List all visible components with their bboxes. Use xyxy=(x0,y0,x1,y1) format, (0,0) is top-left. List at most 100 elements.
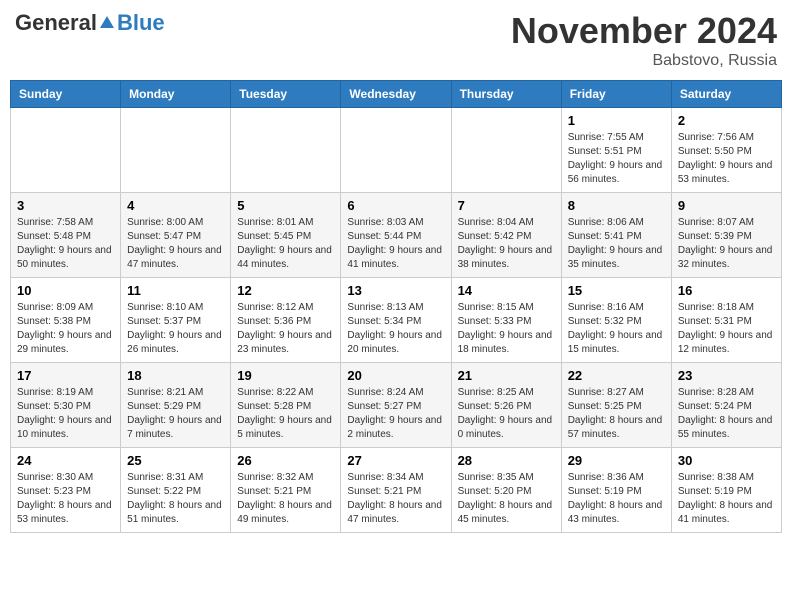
day-number: 6 xyxy=(347,198,444,213)
calendar-cell: 14Sunrise: 8:15 AM Sunset: 5:33 PM Dayli… xyxy=(451,278,561,363)
weekday-header-monday: Monday xyxy=(121,81,231,108)
day-number: 16 xyxy=(678,283,775,298)
calendar-cell: 24 Sunrise: 8:30 AM Sunset: 5:23 PM Dayli… xyxy=(11,448,121,533)
calendar-cell: 28Sunrise: 8:35 AM Sunset: 5:20 PM Dayli… xyxy=(451,448,561,533)
day-info: Sunrise: 8:16 AM Sunset: 5:32 PM Dayligh… xyxy=(568,301,665,357)
day-info: Sunrise: 8:01 AM Sunset: 5:45 PM Dayligh… xyxy=(237,216,334,272)
calendar-cell: 10 Sunrise: 8:09 AM Sunset: 5:38 PM Dayli… xyxy=(11,278,121,363)
day-number: 14 xyxy=(458,283,555,298)
weekday-header-saturday: Saturday xyxy=(671,81,781,108)
day-number: 29 xyxy=(568,453,665,468)
day-info: Sunrise: 8:00 AM Sunset: 5:47 PM Dayligh… xyxy=(127,216,224,272)
day-info: Sunrise: 8:13 AM Sunset: 5:34 PM Dayligh… xyxy=(347,301,444,357)
day-number: 13 xyxy=(347,283,444,298)
day-info: Sunrise: 8:22 AM Sunset: 5:28 PM Dayligh… xyxy=(237,386,334,442)
calendar-week-row: 3 Sunrise: 7:58 AM Sunset: 5:48 PM Daylig… xyxy=(11,193,782,278)
calendar-cell: 21 Sunrise: 8:25 AM Sunset: 5:26 PM Dayli… xyxy=(451,363,561,448)
day-number: 1 xyxy=(568,113,665,128)
page-header: General Blue November 2024 Babstovo, Rus… xyxy=(10,10,782,70)
day-info: Sunrise: 7:56 AM Sunset: 5:50 PM Dayligh… xyxy=(678,131,775,187)
calendar-cell: 30 Sunrise: 8:38 AM Sunset: 5:19 PM Dayli… xyxy=(671,448,781,533)
day-number: 3 xyxy=(17,198,114,213)
day-info: Sunrise: 8:07 AM Sunset: 5:39 PM Dayligh… xyxy=(678,216,775,272)
calendar-cell: 4Sunrise: 8:00 AM Sunset: 5:47 PM Daylig… xyxy=(121,193,231,278)
day-info: Sunrise: 8:21 AM Sunset: 5:29 PM Dayligh… xyxy=(127,386,224,442)
calendar-table: SundayMondayTuesdayWednesdayThursdayFrid… xyxy=(10,80,782,533)
logo-blue: Blue xyxy=(117,10,165,36)
weekday-header-wednesday: Wednesday xyxy=(341,81,451,108)
day-info: Sunrise: 8:10 AM Sunset: 5:37 PM Dayligh… xyxy=(127,301,224,357)
day-info: Sunrise: 8:09 AM Sunset: 5:38 PM Dayligh… xyxy=(17,301,114,357)
day-number: 28 xyxy=(458,453,555,468)
calendar-cell: 16 Sunrise: 8:18 AM Sunset: 5:31 PM Dayli… xyxy=(671,278,781,363)
calendar-cell: 12 Sunrise: 8:12 AM Sunset: 5:36 PM Dayli… xyxy=(231,278,341,363)
calendar-cell: 1Sunrise: 7:55 AM Sunset: 5:51 PM Daylig… xyxy=(561,108,671,193)
day-number: 24 xyxy=(17,453,114,468)
weekday-header-friday: Friday xyxy=(561,81,671,108)
day-number: 25 xyxy=(127,453,224,468)
day-info: Sunrise: 8:03 AM Sunset: 5:44 PM Dayligh… xyxy=(347,216,444,272)
day-info: Sunrise: 8:24 AM Sunset: 5:27 PM Dayligh… xyxy=(347,386,444,442)
day-info: Sunrise: 8:36 AM Sunset: 5:19 PM Dayligh… xyxy=(568,471,665,527)
day-number: 9 xyxy=(678,198,775,213)
day-number: 15 xyxy=(568,283,665,298)
day-number: 21 xyxy=(458,368,555,383)
calendar-cell: 13 Sunrise: 8:13 AM Sunset: 5:34 PM Dayli… xyxy=(341,278,451,363)
day-number: 30 xyxy=(678,453,775,468)
calendar-cell: 5Sunrise: 8:01 AM Sunset: 5:45 PM Daylig… xyxy=(231,193,341,278)
day-info: Sunrise: 8:12 AM Sunset: 5:36 PM Dayligh… xyxy=(237,301,334,357)
weekday-header-row: SundayMondayTuesdayWednesdayThursdayFrid… xyxy=(11,81,782,108)
calendar-cell xyxy=(231,108,341,193)
calendar-week-row: 1Sunrise: 7:55 AM Sunset: 5:51 PM Daylig… xyxy=(11,108,782,193)
day-info: Sunrise: 8:19 AM Sunset: 5:30 PM Dayligh… xyxy=(17,386,114,442)
day-number: 18 xyxy=(127,368,224,383)
day-number: 22 xyxy=(568,368,665,383)
day-number: 2 xyxy=(678,113,775,128)
day-info: Sunrise: 8:32 AM Sunset: 5:21 PM Dayligh… xyxy=(237,471,334,527)
day-number: 12 xyxy=(237,283,334,298)
day-info: Sunrise: 8:06 AM Sunset: 5:41 PM Dayligh… xyxy=(568,216,665,272)
day-info: Sunrise: 8:30 AM Sunset: 5:23 PM Dayligh… xyxy=(17,471,114,527)
day-number: 20 xyxy=(347,368,444,383)
day-info: Sunrise: 8:04 AM Sunset: 5:42 PM Dayligh… xyxy=(458,216,555,272)
calendar-cell: 19Sunrise: 8:22 AM Sunset: 5:28 PM Dayli… xyxy=(231,363,341,448)
weekday-header-tuesday: Tuesday xyxy=(231,81,341,108)
calendar-cell xyxy=(451,108,561,193)
calendar-cell xyxy=(11,108,121,193)
day-info: Sunrise: 8:27 AM Sunset: 5:25 PM Dayligh… xyxy=(568,386,665,442)
day-info: Sunrise: 8:28 AM Sunset: 5:24 PM Dayligh… xyxy=(678,386,775,442)
calendar-cell: 8 Sunrise: 8:06 AM Sunset: 5:41 PM Daylig… xyxy=(561,193,671,278)
day-number: 8 xyxy=(568,198,665,213)
title-block: November 2024 Babstovo, Russia xyxy=(511,10,777,70)
day-number: 27 xyxy=(347,453,444,468)
calendar-cell: 17 Sunrise: 8:19 AM Sunset: 5:30 PM Dayli… xyxy=(11,363,121,448)
calendar-cell: 25 Sunrise: 8:31 AM Sunset: 5:22 PM Dayli… xyxy=(121,448,231,533)
day-number: 23 xyxy=(678,368,775,383)
calendar-week-row: 17 Sunrise: 8:19 AM Sunset: 5:30 PM Dayli… xyxy=(11,363,782,448)
day-info: Sunrise: 8:31 AM Sunset: 5:22 PM Dayligh… xyxy=(127,471,224,527)
location: Babstovo, Russia xyxy=(511,52,777,70)
day-info: Sunrise: 8:18 AM Sunset: 5:31 PM Dayligh… xyxy=(678,301,775,357)
calendar-cell: 11 Sunrise: 8:10 AM Sunset: 5:37 PM Dayli… xyxy=(121,278,231,363)
calendar-cell: 26 Sunrise: 8:32 AM Sunset: 5:21 PM Dayli… xyxy=(231,448,341,533)
calendar-cell: 7 Sunrise: 8:04 AM Sunset: 5:42 PM Daylig… xyxy=(451,193,561,278)
day-info: Sunrise: 8:38 AM Sunset: 5:19 PM Dayligh… xyxy=(678,471,775,527)
day-number: 26 xyxy=(237,453,334,468)
day-number: 10 xyxy=(17,283,114,298)
day-info: Sunrise: 8:25 AM Sunset: 5:26 PM Dayligh… xyxy=(458,386,555,442)
calendar-cell: 15 Sunrise: 8:16 AM Sunset: 5:32 PM Dayli… xyxy=(561,278,671,363)
calendar-cell: 6 Sunrise: 8:03 AM Sunset: 5:44 PM Daylig… xyxy=(341,193,451,278)
calendar-cell: 3 Sunrise: 7:58 AM Sunset: 5:48 PM Daylig… xyxy=(11,193,121,278)
month-title: November 2024 xyxy=(511,10,777,52)
logo: General Blue xyxy=(15,10,165,36)
day-number: 7 xyxy=(458,198,555,213)
logo-general: General xyxy=(15,10,97,36)
logo-text: General Blue xyxy=(15,10,165,36)
day-number: 17 xyxy=(17,368,114,383)
day-info: Sunrise: 7:58 AM Sunset: 5:48 PM Dayligh… xyxy=(17,216,114,272)
weekday-header-sunday: Sunday xyxy=(11,81,121,108)
weekday-header-thursday: Thursday xyxy=(451,81,561,108)
calendar-cell: 29 Sunrise: 8:36 AM Sunset: 5:19 PM Dayli… xyxy=(561,448,671,533)
day-number: 11 xyxy=(127,283,224,298)
calendar-cell: 18 Sunrise: 8:21 AM Sunset: 5:29 PM Dayli… xyxy=(121,363,231,448)
